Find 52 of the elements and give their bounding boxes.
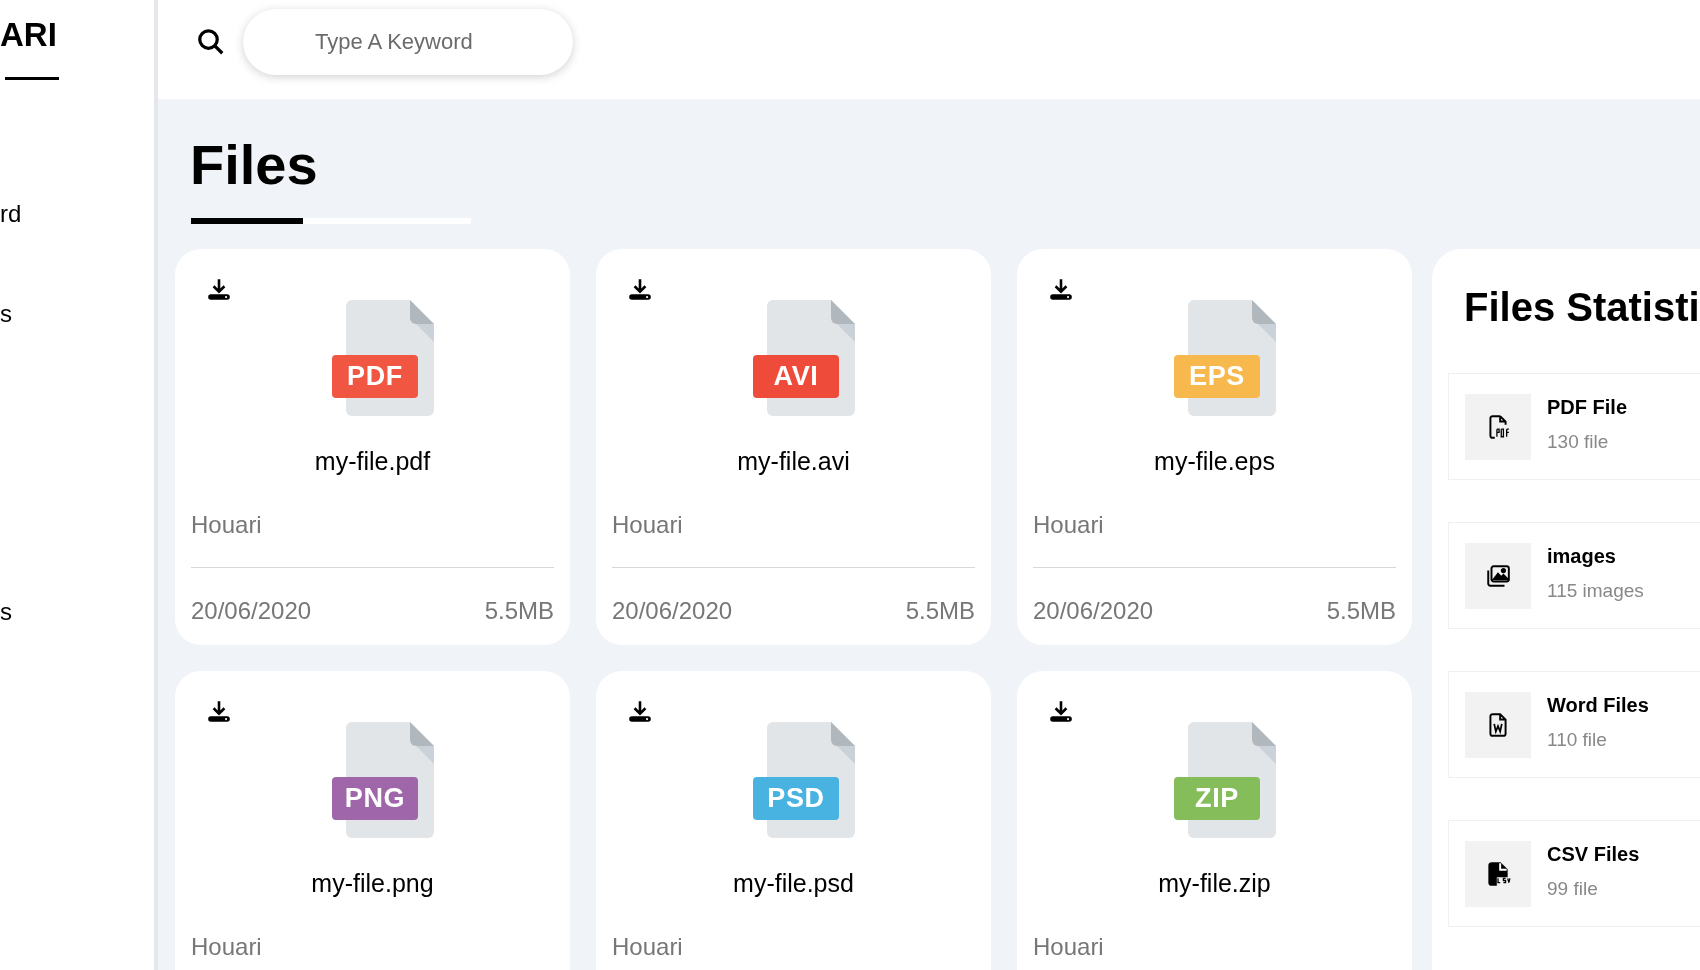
statistics-item[interactable]: CSV Files 99 file: [1448, 820, 1700, 927]
item-count: 130 file: [1547, 431, 1610, 451]
item-label: CSV Files: [1547, 843, 1640, 864]
download-icon[interactable]: [1048, 277, 1074, 303]
statistics-item[interactable]: images 115 images: [1448, 522, 1700, 629]
file-type-badge: ZIP: [1174, 777, 1260, 820]
download-icon[interactable]: [627, 277, 653, 303]
statistics-item[interactable]: Word Files 110 file: [1448, 671, 1700, 778]
file-type-badge: AVI: [753, 355, 839, 398]
search-icon[interactable]: [196, 27, 226, 57]
logo-text: ARI: [0, 18, 58, 51]
file-name: my-file.zip: [1157, 868, 1272, 899]
sidebar-item[interactable]: rd: [0, 202, 22, 226]
file-name: my-file.png: [310, 868, 435, 899]
panel-title: Files Statisti: [1464, 287, 1700, 327]
download-icon[interactable]: [206, 277, 232, 303]
file-name: my-file.pdf: [313, 446, 432, 477]
file-size: 5.5MB: [905, 595, 975, 626]
file-owner: Houari: [612, 509, 684, 540]
item-count: 99 file: [1547, 878, 1599, 898]
item-label: PDF File: [1547, 396, 1627, 417]
download-icon[interactable]: [627, 699, 653, 725]
sidebar-item[interactable]: s: [0, 600, 12, 624]
item-label: Word Files: [1547, 694, 1649, 715]
file-owner: Houari: [191, 509, 263, 540]
file-name: my-file.eps: [1153, 446, 1276, 477]
file-date: 20/06/2020: [1033, 595, 1154, 626]
file-type-badge: PDF: [332, 355, 418, 398]
page-title: Files: [190, 137, 319, 193]
download-icon[interactable]: [1048, 699, 1074, 725]
file-size: 5.5MB: [1326, 595, 1396, 626]
file-date: 20/06/2020: [612, 595, 733, 626]
item-label: images: [1547, 545, 1617, 566]
file-owner: Houari: [1033, 509, 1105, 540]
item-count: 110 file: [1547, 729, 1608, 749]
file-date: 20/06/2020: [191, 595, 312, 626]
search-field[interactable]: Type A Keyword: [243, 9, 573, 75]
sidebar-item[interactable]: s: [0, 302, 12, 326]
file-type-badge: EPS: [1174, 355, 1260, 398]
file-owner: Houari: [612, 931, 684, 962]
item-count: 115 images: [1547, 580, 1644, 600]
file-name: my-file.psd: [732, 868, 855, 899]
file-type-badge: PNG: [332, 777, 418, 820]
file-size: 5.5MB: [484, 595, 554, 626]
images-icon: [1485, 562, 1511, 589]
csv-file-icon: [1485, 860, 1511, 887]
file-type-badge: PSD: [753, 777, 839, 820]
file-owner: Houari: [1033, 931, 1105, 962]
download-icon[interactable]: [206, 699, 232, 725]
file-owner: Houari: [191, 931, 263, 962]
statistics-item[interactable]: PDF File 130 file: [1448, 373, 1700, 480]
file-name: my-file.avi: [736, 446, 851, 477]
